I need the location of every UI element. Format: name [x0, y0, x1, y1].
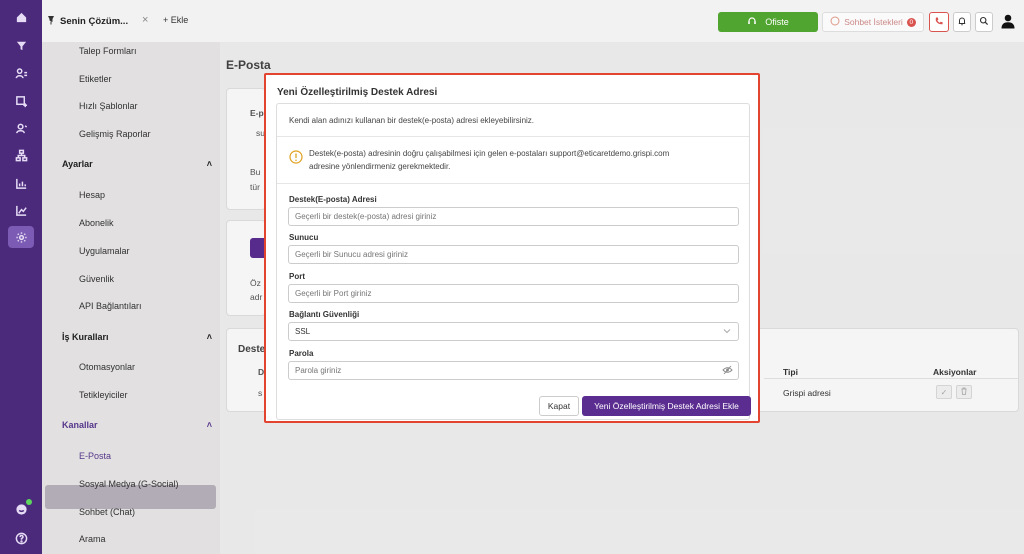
password-label: Parola [289, 349, 314, 358]
contacts-icon[interactable] [8, 117, 34, 139]
support-address-input[interactable] [288, 207, 739, 226]
user-avatar[interactable] [998, 12, 1018, 32]
close-icon[interactable]: × [142, 14, 148, 26]
security-value: SSL [295, 327, 311, 336]
chat-status-icon[interactable] [8, 498, 34, 520]
tab-solutions[interactable]: Senin Çözüm... [46, 11, 156, 31]
reports-icon[interactable] [8, 199, 34, 221]
modal-description: Kendi alan adınızı kullanan bir destek(e… [289, 116, 535, 125]
address-label: Destek(E-posta) Adresi [289, 195, 377, 204]
phone-button[interactable] [929, 12, 949, 32]
add-tab-button[interactable]: + Ekle [163, 15, 188, 25]
eye-slash-icon[interactable] [722, 365, 733, 377]
divider [277, 183, 749, 184]
forwarding-warning: Destek(e-posta) adresinin doğru çalışabi… [309, 147, 729, 173]
search-button[interactable] [975, 12, 993, 32]
port-label: Port [289, 272, 305, 281]
security-select[interactable]: SSL [288, 322, 739, 341]
user-icon [1000, 13, 1016, 31]
organization-icon[interactable] [8, 144, 34, 166]
password-field [288, 361, 739, 380]
divider [277, 136, 749, 137]
password-input[interactable] [288, 361, 739, 380]
filter-icon[interactable] [8, 34, 34, 56]
status-ofiste-button[interactable]: Ofiste [718, 12, 818, 32]
add-support-address-button[interactable]: Yeni Özelleştirilmiş Destek Adresi Ekle [582, 396, 751, 416]
new-support-address-modal: Yeni Özelleştirilmiş Destek Adresi Kendi… [264, 73, 760, 423]
notifications-button[interactable] [953, 12, 971, 32]
port-input[interactable] [288, 284, 739, 303]
modal-form: Kendi alan adınızı kullanan bir destek(e… [276, 103, 751, 420]
phone-icon [934, 16, 944, 28]
home-icon[interactable] [8, 6, 34, 28]
chat-requests-badge: 0 [906, 17, 916, 27]
chat-requests-label: Sohbet İstekleri [844, 17, 903, 27]
pin-icon [46, 15, 56, 28]
warning-line: Destek(e-posta) adresinin doğru çalışabi… [309, 149, 670, 158]
chat-bubble-icon [830, 16, 840, 28]
online-dot [26, 499, 32, 505]
ofiste-label: Ofiste [765, 17, 789, 27]
help-icon[interactable] [8, 527, 34, 549]
bell-icon [957, 16, 967, 28]
search-icon [979, 16, 989, 28]
app-rail [0, 0, 42, 554]
chat-requests-button[interactable]: Sohbet İstekleri 0 [822, 12, 924, 32]
user-list-icon[interactable] [8, 62, 34, 84]
close-button[interactable]: Kapat [539, 396, 579, 416]
security-label: Bağlantı Güvenliği [289, 310, 360, 319]
settings-gear-icon[interactable] [8, 226, 34, 248]
warning-icon [289, 150, 303, 164]
chart-icon[interactable] [8, 172, 34, 194]
chevron-down-icon [723, 327, 731, 336]
add-item-icon[interactable] [8, 90, 34, 112]
warning-line: adresine yönlendirmeniz gerekmektedir. [309, 162, 451, 171]
server-input[interactable] [288, 245, 739, 264]
server-label: Sunucu [289, 233, 319, 242]
tab-title: Senin Çözüm... [60, 15, 129, 27]
modal-title: Yeni Özelleştirilmiş Destek Adresi [277, 87, 438, 98]
headset-icon [747, 16, 757, 28]
